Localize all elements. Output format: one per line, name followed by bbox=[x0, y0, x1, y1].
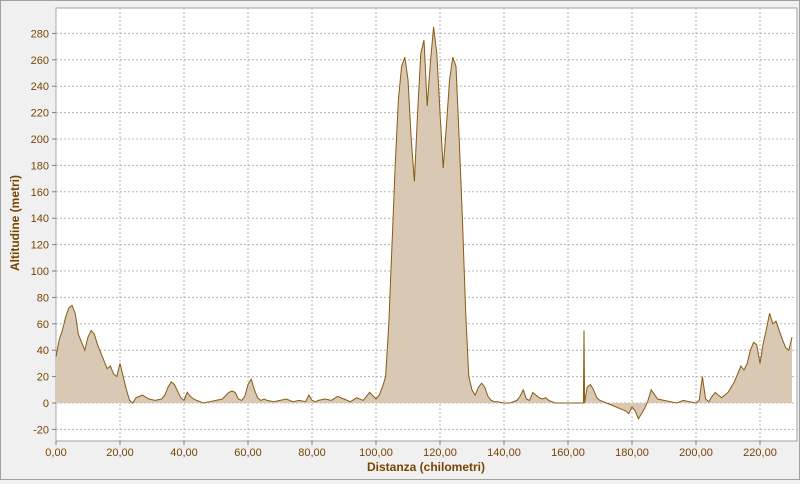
y-tick-label: 40 bbox=[37, 345, 49, 357]
y-tick-label: 140 bbox=[31, 213, 49, 225]
x-tick-label: 180,00 bbox=[615, 447, 649, 459]
y-axis: -20 0 20 40 60 80 100 120 140 160 180 200 220 240 260 2… bbox=[31, 28, 56, 436]
x-tick-label: 120,00 bbox=[423, 447, 457, 459]
y-tick-label: 160 bbox=[31, 187, 49, 199]
x-tick-label: 220,00 bbox=[743, 447, 777, 459]
y-axis-label: Altitudine (metri) bbox=[8, 175, 22, 271]
y-tick-label: 100 bbox=[31, 266, 49, 278]
x-axis: 0,00 20,00 40,00 60,00 80,00 100,00 120,00 140,… bbox=[45, 441, 777, 459]
x-tick-label: 0,00 bbox=[45, 447, 66, 459]
x-tick-label: 200,00 bbox=[679, 447, 713, 459]
x-tick-label: 60,00 bbox=[234, 447, 262, 459]
y-tick-label: 120 bbox=[31, 240, 49, 252]
x-tick-label: 100,00 bbox=[359, 447, 393, 459]
x-tick-label: 80,00 bbox=[298, 447, 326, 459]
y-tick-label: 200 bbox=[31, 134, 49, 146]
y-tick-label: 20 bbox=[37, 372, 49, 384]
y-tick-label: 80 bbox=[37, 292, 49, 304]
chart-window: 0,00 20,00 40,00 60,00 80,00 100,00 120,00 140,… bbox=[0, 0, 800, 480]
y-tick-label: 60 bbox=[37, 319, 49, 331]
y-tick-label: 0 bbox=[43, 398, 49, 410]
y-tick-label: 280 bbox=[31, 28, 49, 40]
x-tick-label: 20,00 bbox=[106, 447, 134, 459]
x-tick-label: 160,00 bbox=[551, 447, 585, 459]
y-tick-label: 240 bbox=[31, 81, 49, 93]
y-tick-label: 180 bbox=[31, 160, 49, 172]
y-tick-label: 220 bbox=[31, 108, 49, 120]
y-tick-label: -20 bbox=[33, 424, 49, 436]
x-tick-label: 140,00 bbox=[487, 447, 521, 459]
altitude-profile-chart: 0,00 20,00 40,00 60,00 80,00 100,00 120,00 140,… bbox=[1, 1, 799, 479]
x-axis-label: Distanza (chilometri) bbox=[367, 460, 485, 474]
x-tick-label: 40,00 bbox=[170, 447, 198, 459]
y-tick-label: 260 bbox=[31, 55, 49, 67]
